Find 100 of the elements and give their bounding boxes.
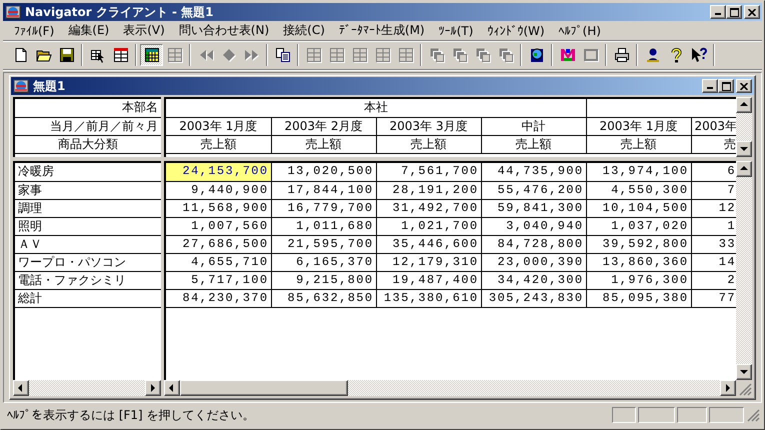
scroll-down-button[interactable] — [736, 141, 752, 157]
table-icon — [306, 47, 322, 63]
table-cell[interactable]: 305,243,830 — [481, 289, 586, 307]
close-button[interactable] — [736, 79, 752, 93]
table-icon — [352, 47, 368, 63]
toolbar-button[interactable] — [140, 44, 163, 66]
table-cell[interactable]: 9,215,800 — [271, 271, 376, 289]
table-cell[interactable]: 16,779,700 — [271, 199, 376, 217]
table-icon — [112, 47, 128, 63]
table-cell[interactable]: 19,487,400 — [376, 271, 481, 289]
table-cell[interactable]: 6,165,370 — [271, 253, 376, 271]
column-header: 売上額 — [376, 135, 481, 153]
scroll-right-button[interactable] — [720, 380, 736, 396]
table-cell[interactable]: 1,011,680 — [271, 217, 376, 235]
table-cell[interactable]: 84,230,370 — [166, 289, 271, 307]
table-cell[interactable]: 28,191,200 — [376, 181, 481, 199]
column-header: 売上額 — [166, 135, 271, 153]
table-icon — [398, 47, 414, 63]
documents-icon — [428, 47, 444, 63]
menu-item[interactable]: ﾃﾞｰﾀﾏｰﾄ生成(M) — [332, 22, 432, 39]
row-header-title: 当月／前月／前々月 — [15, 117, 161, 135]
table-cell[interactable]: 12,179,310 — [376, 253, 481, 271]
menu-item[interactable]: ﾍﾙﾌﾟ(H) — [552, 24, 608, 38]
table-cell[interactable]: 13,860,360 — [586, 253, 691, 271]
app-icon — [5, 4, 21, 20]
scroll-right-button[interactable] — [145, 380, 161, 396]
table-cell[interactable]: 24,153,700 — [166, 163, 271, 181]
maximize-button[interactable] — [718, 79, 734, 93]
status-pane — [612, 407, 636, 423]
documents-icon — [498, 47, 514, 63]
menu-item[interactable]: 接続(C) — [276, 22, 332, 39]
table-cell[interactable]: 10,104,500 — [586, 199, 691, 217]
table-cell[interactable]: 34,420,300 — [481, 271, 586, 289]
status-pane — [709, 407, 744, 423]
documents-icon — [452, 47, 468, 63]
minimize-icon — [715, 13, 721, 15]
table-cell[interactable]: 5,717,100 — [166, 271, 271, 289]
table-cell[interactable]: 21,595,700 — [271, 235, 376, 253]
table-icon — [374, 47, 390, 63]
row-header: ＡＶ — [15, 235, 161, 253]
window-icon — [582, 47, 598, 63]
close-icon — [740, 82, 748, 90]
close-button[interactable] — [744, 5, 760, 19]
minimize-icon — [707, 87, 713, 89]
scroll-up-button[interactable] — [736, 161, 752, 177]
column-group-header: 本社 — [166, 99, 586, 117]
printer-icon — [614, 47, 630, 63]
scroll-down-button[interactable] — [736, 364, 752, 380]
documents-icon — [474, 47, 490, 63]
table-cell[interactable]: 35,446,600 — [376, 235, 481, 253]
column-header: 中計 — [481, 117, 586, 135]
table-cell[interactable]: 1,037,020 — [586, 217, 691, 235]
menu-item[interactable]: 表示(V) — [116, 22, 172, 39]
table-cell[interactable]: 85,095,380 — [586, 289, 691, 307]
table-cell[interactable]: 1,021,700 — [376, 217, 481, 235]
pointer-help-icon — [690, 47, 706, 63]
row-header: 総計 — [15, 289, 161, 307]
scroll-thumb[interactable] — [180, 380, 348, 396]
menu-item[interactable]: 編集(E) — [61, 22, 116, 39]
table-cell[interactable]: 31,492,700 — [376, 199, 481, 217]
minimize-button[interactable] — [710, 5, 726, 19]
table-cell[interactable]: 23,000,390 — [481, 253, 586, 271]
menu-item[interactable]: ﾂｰﾙ(T) — [432, 24, 480, 38]
document-title: 無題1 — [33, 78, 66, 94]
table-cell[interactable]: 39,592,800 — [586, 235, 691, 253]
table-icon — [166, 47, 182, 63]
table-cell[interactable]: 7,561,700 — [376, 163, 481, 181]
table-cell[interactable]: 55,476,200 — [481, 181, 586, 199]
minimize-button[interactable] — [702, 79, 718, 93]
menu-item[interactable]: ﾌｧｲﾙ(F) — [7, 24, 62, 38]
size-grip-icon[interactable] — [746, 408, 760, 422]
table-cell[interactable]: 84,728,800 — [481, 235, 586, 253]
copy-icon — [274, 47, 290, 63]
table-cell[interactable]: 27,686,500 — [166, 235, 271, 253]
document-title-bar[interactable]: 無題1 — [11, 77, 754, 95]
table-cell[interactable]: 44,735,900 — [481, 163, 586, 181]
table-cell[interactable]: 85,632,850 — [271, 289, 376, 307]
table-cell[interactable]: 3,040,940 — [481, 217, 586, 235]
row-header: ワープロ・パソコン — [15, 253, 161, 271]
table-cell[interactable]: 135,380,610 — [376, 289, 481, 307]
rewind-icon — [198, 47, 214, 63]
table-cell[interactable]: 11,568,900 — [166, 199, 271, 217]
column-header: 2003年 2月度 — [271, 117, 376, 135]
table-cell[interactable]: 13,974,100 — [586, 163, 691, 181]
scroll-left-button[interactable] — [13, 380, 29, 396]
table-cell[interactable]: 17,844,100 — [271, 181, 376, 199]
table-cell[interactable]: 4,655,710 — [166, 253, 271, 271]
table-cell[interactable]: 4,550,300 — [586, 181, 691, 199]
table-cell[interactable]: 1,007,560 — [166, 217, 271, 235]
globe-icon — [528, 47, 544, 63]
table-cell[interactable]: 9,440,900 — [166, 181, 271, 199]
maximize-button[interactable] — [726, 5, 742, 19]
table-cell[interactable]: 59,841,300 — [481, 199, 586, 217]
table-cell[interactable]: 13,020,500 — [271, 163, 376, 181]
row-header: 家事 — [15, 181, 161, 199]
menu-item[interactable]: ｳｨﾝﾄﾞｳ(W) — [480, 24, 552, 38]
scroll-up-button[interactable] — [736, 97, 752, 113]
scroll-left-button[interactable] — [164, 380, 180, 396]
menu-item[interactable]: 問い合わせ表(N) — [172, 22, 276, 39]
table-cell[interactable]: 1,976,300 — [586, 271, 691, 289]
